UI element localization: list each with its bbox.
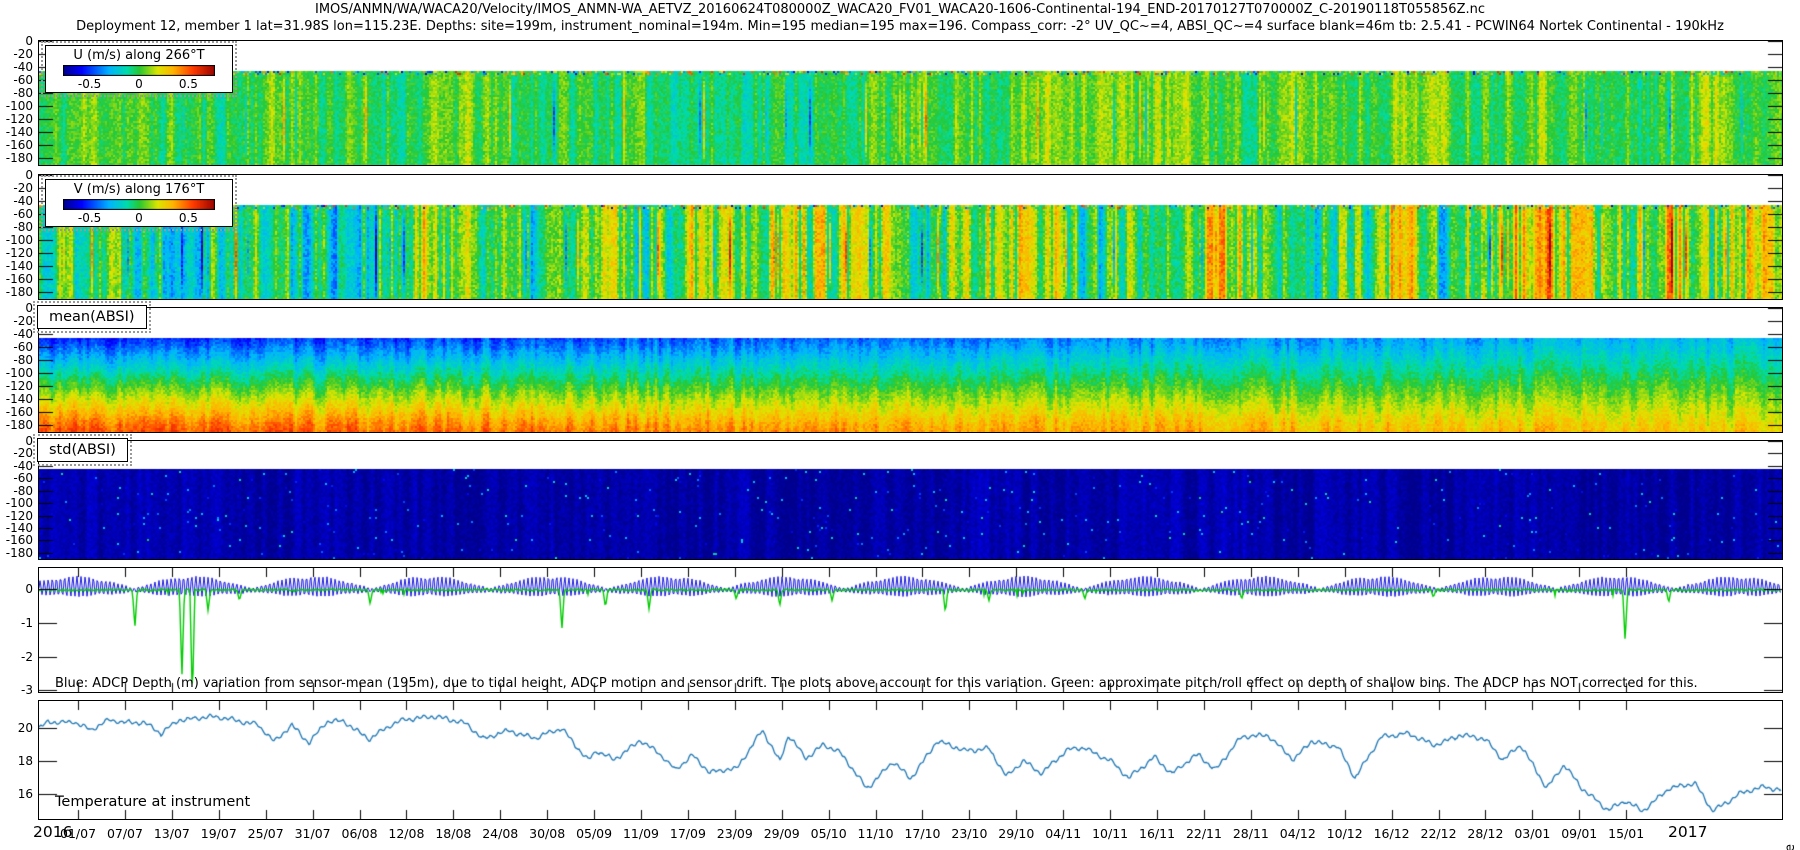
colorbar-tick-label: 0 [135, 77, 143, 91]
u-colorbar-ticks: -0.5 0 0.5 [63, 76, 215, 91]
y-tick-label: -100 [0, 234, 33, 246]
y-tick-label: -180 [0, 152, 33, 164]
y-tick-label: -160 [0, 534, 33, 546]
temperature-plot [39, 701, 1782, 819]
y-tick-label: -60 [0, 472, 33, 484]
y-tick-label: -120 [0, 113, 33, 125]
y-tick-label: 0 [0, 302, 33, 314]
colorbar-tick-label: 0.5 [179, 77, 198, 91]
y-tick-label: -100 [0, 367, 33, 379]
y-tick-label: -60 [0, 341, 33, 353]
y-tick-label: 0 [0, 583, 33, 595]
temperature-label: Temperature at instrument [55, 794, 250, 810]
v-colorbar-legend: V (m/s) along 176°T -0.5 0 0.5 [45, 179, 233, 227]
y-tick-label: -140 [0, 126, 33, 138]
panel-u-velocity [38, 40, 1783, 166]
figure-title-line2: Deployment 12, member 1 lat=31.98S lon=1… [0, 19, 1800, 34]
y-tick-label: -120 [0, 380, 33, 392]
mean-absi-label: mean(ABSI) [37, 305, 147, 329]
y-tick-label: -160 [0, 406, 33, 418]
u-velocity-heatmap [39, 41, 1782, 165]
depth-variation-plot [39, 568, 1782, 692]
y-tick-label: -40 [0, 328, 33, 340]
u-legend-title: U (m/s) along 266°T [54, 48, 224, 63]
imos-watermark: © IMOS 22-Jul-2024 13:21:15 Hobart time [1783, 844, 1798, 850]
y-tick-label: -3 [0, 684, 33, 696]
y-tick-label: -40 [0, 195, 33, 207]
y-tick-label: -20 [0, 182, 33, 194]
y-tick-label: -160 [0, 139, 33, 151]
u-colorbar-legend: U (m/s) along 266°T -0.5 0 0.5 [45, 45, 233, 93]
y-tick-label: -20 [0, 447, 33, 459]
std-absi-heatmap [39, 441, 1782, 559]
colorbar-tick-label: 0 [135, 211, 143, 225]
colorbar-tick-label: -0.5 [78, 211, 101, 225]
y-tick-label: -1 [0, 617, 33, 629]
y-tick-label: -60 [0, 208, 33, 220]
y-tick-label: -140 [0, 393, 33, 405]
x-axis-year-start: 2016 [33, 823, 72, 841]
depth-variation-annotation: Blue: ADCP Depth (m) variation from sens… [55, 676, 1698, 691]
v-velocity-heatmap [39, 175, 1782, 299]
panel-temperature [38, 700, 1783, 820]
y-tick-label: -140 [0, 522, 33, 534]
y-tick-label: 0 [0, 169, 33, 181]
y-tick-label: -80 [0, 354, 33, 366]
y-tick-label: -160 [0, 273, 33, 285]
figure-title-line1: IMOS/ANMN/WA/WACA20/Velocity/IMOS_ANMN-W… [0, 2, 1800, 17]
panel-mean-absi [38, 307, 1783, 433]
y-tick-label: -20 [0, 48, 33, 60]
mean-absi-heatmap [39, 308, 1782, 432]
colorbar-tick-label: -0.5 [78, 77, 101, 91]
y-tick-label: -80 [0, 485, 33, 497]
y-tick-label: -20 [0, 315, 33, 327]
u-colorbar [63, 65, 215, 76]
y-tick-label: -60 [0, 74, 33, 86]
y-tick-label: -180 [0, 286, 33, 298]
y-tick-label: -2 [0, 651, 33, 663]
y-tick-label: -180 [0, 419, 33, 431]
y-tick-label: -120 [0, 510, 33, 522]
x-axis-year-end: 2017 [1668, 823, 1707, 841]
y-tick-label: -80 [0, 221, 33, 233]
y-tick-label: 20 [0, 722, 33, 734]
y-tick-label: -40 [0, 61, 33, 73]
y-tick-label: 18 [0, 755, 33, 767]
v-colorbar-ticks: -0.5 0 0.5 [63, 210, 215, 225]
y-tick-label: 16 [0, 788, 33, 800]
y-tick-label: -180 [0, 547, 33, 559]
figure: IMOS/ANMN/WA/WACA20/Velocity/IMOS_ANMN-W… [0, 0, 1800, 850]
y-tick-label: 0 [0, 35, 33, 47]
panel-v-velocity [38, 174, 1783, 300]
y-tick-label: -100 [0, 100, 33, 112]
colorbar-tick-label: 0.5 [179, 211, 198, 225]
panel-depth-variation [38, 567, 1783, 693]
panel-std-absi [38, 440, 1783, 560]
y-tick-label: -80 [0, 87, 33, 99]
y-tick-label: -140 [0, 260, 33, 272]
y-tick-label: -100 [0, 497, 33, 509]
y-tick-label: 0 [0, 435, 33, 447]
y-tick-label: -120 [0, 247, 33, 259]
x-tick-label: 15/01 [1594, 826, 1658, 841]
y-tick-label: -40 [0, 460, 33, 472]
std-absi-label: std(ABSI) [37, 438, 128, 462]
v-legend-title: V (m/s) along 176°T [54, 182, 224, 197]
v-colorbar [63, 199, 215, 210]
